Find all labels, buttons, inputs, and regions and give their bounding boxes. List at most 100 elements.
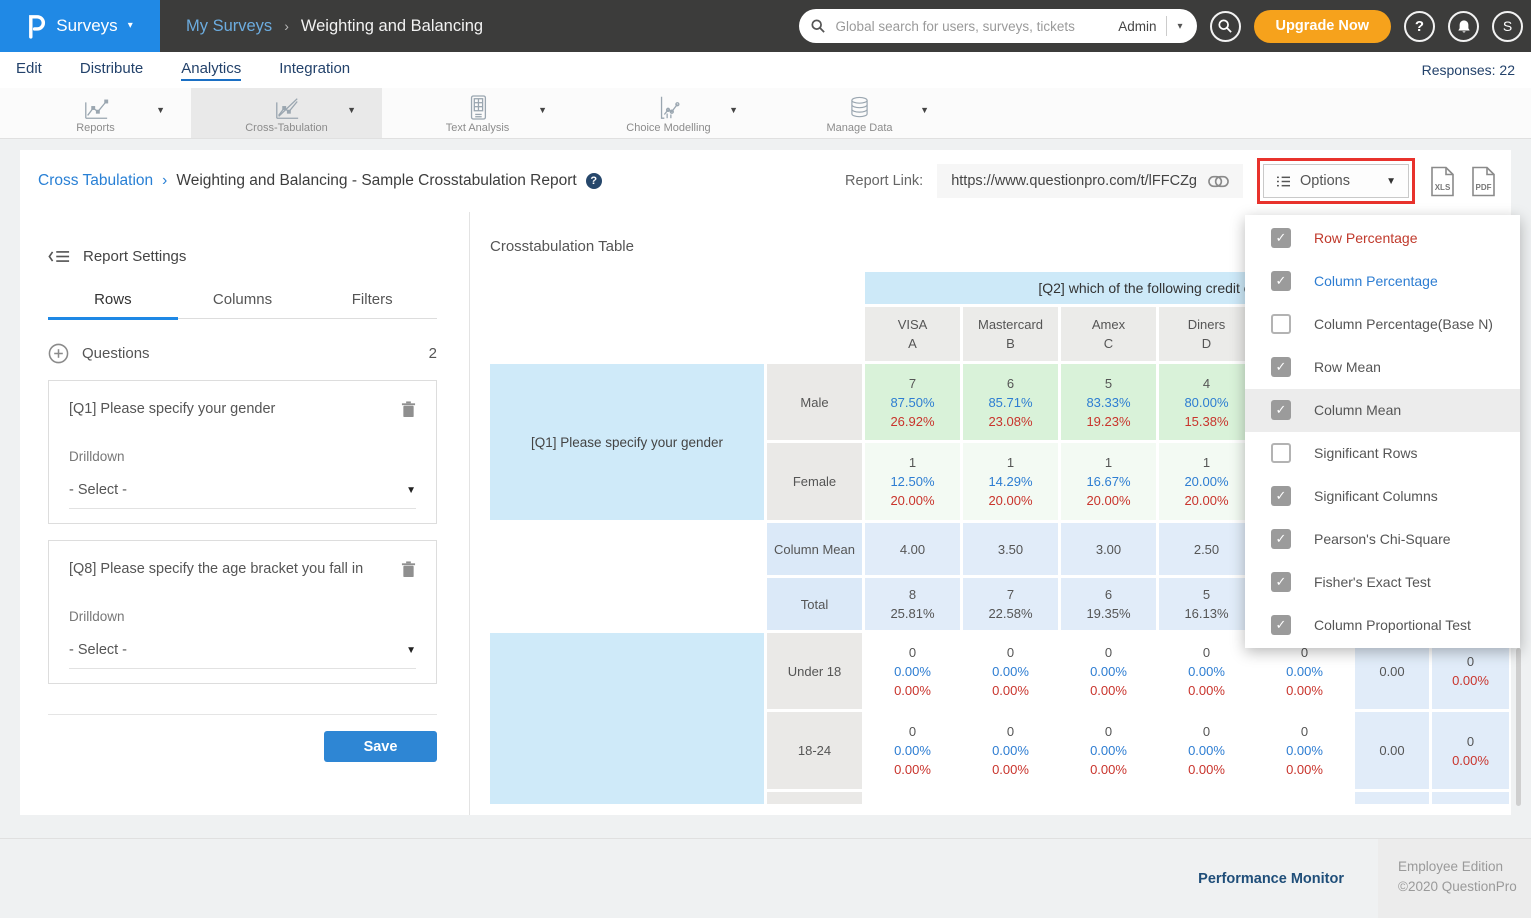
topbar-actions: Admin ▾ Upgrade Now ? S [799,9,1531,43]
menu-item-column-percentage[interactable]: ✓Column Percentage [1245,260,1520,303]
menu-item-column-mean[interactable]: ✓Column Mean [1245,389,1520,432]
nav-tab-distribute[interactable]: Distribute [80,60,143,81]
link-icon[interactable] [1208,175,1229,188]
report-header: Cross Tabulation › Weighting and Balanci… [20,150,1511,212]
report-settings-title: Report Settings [83,248,186,265]
menu-item-column-percentage-base-n[interactable]: Column Percentage(Base N) [1245,303,1520,346]
crosstab-col-header: VISAA [865,307,960,361]
nav-tab-analytics[interactable]: Analytics [181,60,241,81]
menu-item-significant-columns[interactable]: ✓Significant Columns [1245,474,1520,517]
checkbox-pearson-s-chi-square[interactable]: ✓ [1271,529,1291,549]
crosstab-cell [1159,792,1254,804]
performance-monitor-link[interactable]: Performance Monitor [1198,871,1344,887]
toolbar-item-label: Manage Data [826,122,892,134]
toolbar-item-text-analysis[interactable]: ▼Text Analysis [382,88,573,138]
crosstab-cell: 00.00%0.00% [1061,712,1156,789]
checkbox-column-mean[interactable]: ✓ [1271,400,1291,420]
toolbar-item-label: Cross-Tabulation [245,122,328,134]
question-card-2: [Q8] Please specify the age bracket you … [48,540,437,684]
menu-item-significant-rows[interactable]: Significant Rows [1245,432,1520,475]
crosstab-col-header: MastercardB [963,307,1058,361]
questionpro-logo-icon [27,13,46,39]
export-pdf-button[interactable]: PDF [1470,166,1497,197]
menu-item-label: Column Percentage(Base N) [1314,316,1493,332]
crosstab-row-label: Female [767,443,862,520]
edition-label: Employee Edition [1398,857,1531,877]
checkbox-fisher-s-exact-test[interactable]: ✓ [1271,572,1291,592]
export-xls-button[interactable]: XLS [1429,166,1456,197]
report-url[interactable]: https://www.questionpro.com/t/lFFCZg [951,173,1197,189]
settings-tab-rows[interactable]: Rows [48,291,178,320]
toolbar-item-choice-modelling[interactable]: ▼ Choice Modelling [573,88,764,138]
nav-tab-edit[interactable]: Edit [16,60,42,81]
crosstab-cell: 00.00%0.00% [1061,633,1156,709]
toolbar-item-reports[interactable]: ▼Reports [0,88,191,138]
drilldown-select-value: - Select - [69,642,127,658]
menu-item-column-proportional-test[interactable]: ✓Column Proportional Test [1245,603,1520,646]
search-button[interactable] [1210,11,1241,42]
cross-tabulation-link[interactable]: Cross Tabulation [38,172,153,190]
crosstab-cell: 00.00%0.00% [1159,712,1254,789]
questions-row: Questions 2 [48,343,437,364]
global-search-input[interactable] [834,18,1110,35]
global-search: Admin ▾ [799,9,1197,43]
settings-tab-filters[interactable]: Filters [307,291,437,318]
survey-nav-tabs: Edit Distribute Analytics Integration [16,60,350,81]
checkbox-significant-rows[interactable] [1271,443,1291,463]
crosstab-row-label: Total [767,578,862,630]
chevron-down-icon[interactable]: ▼ [156,105,165,115]
chevron-down-icon[interactable]: ▾ [1176,21,1185,32]
crosstab-row-label: 18-24 [767,712,862,789]
help-button[interactable]: ? [1404,11,1435,42]
checkbox-column-percentage[interactable]: ✓ [1271,271,1291,291]
delete-question-icon[interactable] [401,401,416,423]
chevron-down-icon[interactable]: ▼ [920,105,929,115]
checkbox-row-percentage[interactable]: ✓ [1271,228,1291,248]
crosstab-cell: 4.00 [865,523,960,575]
crosstab-cell: 516.13% [1159,578,1254,630]
upgrade-now-button[interactable]: Upgrade Now [1254,10,1391,43]
crosstab-cell: 00.00%0.00% [1159,633,1254,709]
crosstab-row-label [767,792,862,804]
checkbox-row-mean[interactable]: ✓ [1271,357,1291,377]
drilldown-select[interactable]: - Select -▼ [69,482,416,509]
save-button[interactable]: Save [324,731,437,762]
help-icon[interactable]: ? [586,173,602,189]
toolbar-item-manage-data[interactable]: ▼ Manage Data [764,88,955,138]
options-dropdown-menu: ✓Row Percentage✓Column Percentage Column … [1245,215,1520,648]
crosstab-cell: 480.00%15.38% [1159,364,1254,440]
nav-tab-integration[interactable]: Integration [279,60,350,81]
add-question-icon[interactable] [48,343,69,364]
crosstab-cell: 120.00%20.00% [1159,443,1254,520]
toolbar-item-label: Choice Modelling [626,122,710,134]
search-scope[interactable]: Admin [1118,19,1156,34]
toolbar-item-cross-tabulation[interactable]: ▼ Cross-Tabulation [191,88,382,138]
divider [48,714,437,715]
chevron-down-icon[interactable]: ▼ [729,105,738,115]
collapse-settings-icon[interactable] [48,249,70,264]
product-switcher[interactable]: Surveys ▾ [0,0,160,52]
checkbox-column-proportional-test[interactable]: ✓ [1271,615,1291,635]
crosstab-row-mean-cell: 0.00 [1355,712,1429,789]
avatar[interactable]: S [1492,11,1523,42]
checkbox-significant-columns[interactable]: ✓ [1271,486,1291,506]
report-settings-header[interactable]: Report Settings [48,248,437,265]
menu-item-row-percentage[interactable]: ✓Row Percentage [1245,217,1520,260]
menu-item-fisher-s-exact-test[interactable]: ✓Fisher's Exact Test [1245,560,1520,603]
menu-item-pearson-s-chi-square[interactable]: ✓Pearson's Chi-Square [1245,517,1520,560]
crosstab-cell [1432,792,1509,804]
responses-count: Responses: 22 [1422,62,1515,78]
delete-question-icon[interactable] [401,561,416,583]
chevron-down-icon[interactable]: ▼ [347,105,356,115]
crosstab-col-header: AmexC [1061,307,1156,361]
question-label: [Q8] Please specify the age bracket you … [69,561,401,577]
settings-tab-columns[interactable]: Columns [178,291,308,318]
menu-item-row-mean[interactable]: ✓Row Mean [1245,346,1520,389]
drilldown-select[interactable]: - Select -▼ [69,642,416,669]
table-scrollbar[interactable] [1516,648,1521,806]
options-button[interactable]: Options ▼ [1263,164,1409,198]
my-surveys-link[interactable]: My Surveys [186,17,272,36]
chevron-down-icon[interactable]: ▼ [538,105,547,115]
notifications-button[interactable] [1448,11,1479,42]
checkbox-column-percentage-base-n[interactable] [1271,314,1291,334]
